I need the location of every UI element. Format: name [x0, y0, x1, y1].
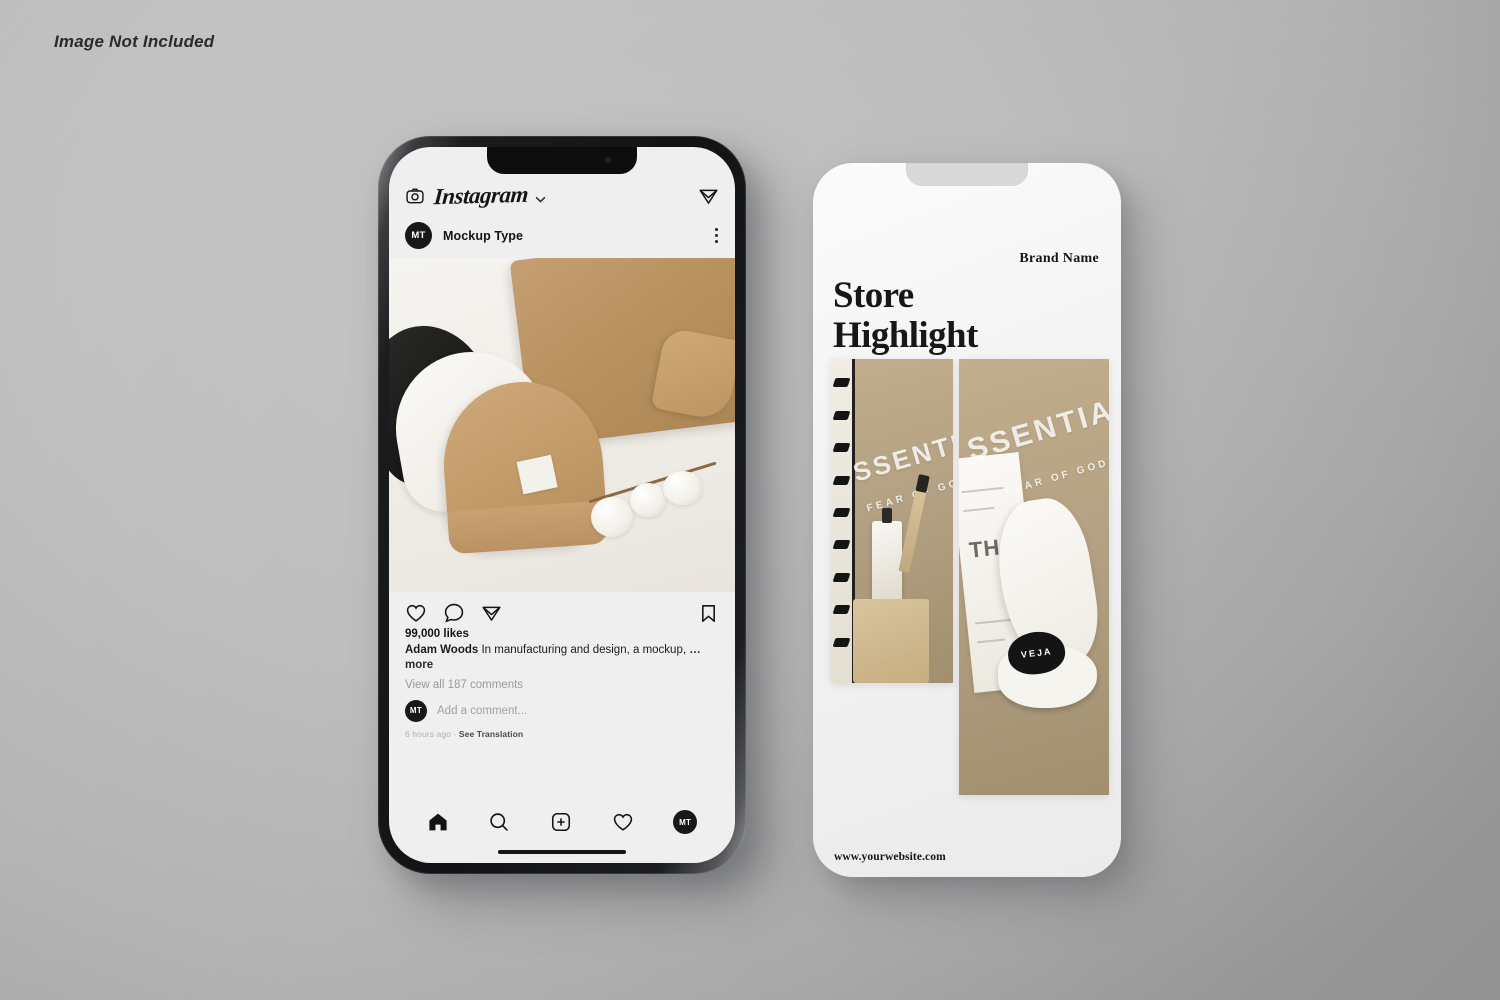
heart-icon[interactable]	[405, 602, 427, 624]
post-timestamp-row: 6 hours ago · See Translation	[405, 729, 719, 739]
sneaker-art: VEJA	[989, 492, 1106, 708]
add-comment-row[interactable]: MT Add a comment...	[405, 699, 719, 722]
title-line-2: Highlight	[833, 314, 978, 356]
cotton-branch-art	[583, 458, 721, 545]
caption-text: In manufacturing and design, a mockup,	[481, 644, 687, 656]
instagram-app: Instagram MT Mockup Type 99,000 likes Ad…	[389, 147, 735, 863]
essentials-art: SSENTIAL FEAR OF GOD	[831, 359, 953, 683]
left-phone-screen: Instagram MT Mockup Type 99,000 likes Ad…	[389, 147, 735, 863]
notch	[906, 163, 1028, 186]
post-meta: 99,000 likes Adam Woods In manufacturing…	[389, 628, 735, 739]
home-icon[interactable]	[427, 811, 449, 833]
brand-name-label: Brand Name	[1019, 251, 1099, 266]
perfume-bottle-art	[872, 507, 902, 606]
essentials-art: SSENTIAL FEAR OF GOD TH VEJA	[959, 359, 1109, 795]
story-photo-right[interactable]: SSENTIAL FEAR OF GOD TH VEJA	[959, 359, 1109, 795]
send-icon[interactable]	[698, 186, 719, 207]
website-label: www.yourwebsite.com	[834, 851, 946, 863]
page-title: Store Highlight	[833, 276, 978, 356]
watermark-label: Image Not Included	[54, 32, 215, 51]
likes-count[interactable]: 99,000 likes	[405, 628, 719, 640]
front-camera-icon	[605, 157, 611, 163]
home-indicator[interactable]	[498, 850, 626, 854]
view-comments-link[interactable]: View all 187 comments	[405, 679, 719, 691]
flatlay-art	[389, 258, 735, 592]
timestamp-separator: ·	[453, 728, 457, 739]
search-icon[interactable]	[488, 811, 510, 833]
avatar: MT	[405, 699, 427, 722]
right-phone-device: Brand Name Store Highlight SSENTIAL FEAR…	[813, 163, 1121, 877]
kebab-menu-icon[interactable]	[712, 224, 721, 247]
instagram-wordmark: Instagram	[432, 181, 530, 210]
post-username[interactable]: Mockup Type	[443, 229, 523, 243]
send-icon[interactable]	[481, 603, 502, 624]
bottom-navigation: MT	[389, 796, 735, 840]
caption-author[interactable]: Adam Woods	[405, 644, 478, 656]
profile-avatar[interactable]: MT	[673, 810, 698, 834]
paper-text: TH	[967, 534, 1002, 563]
title-line-1: Store	[833, 275, 914, 316]
heart-icon[interactable]	[612, 811, 634, 833]
chevron-down-icon[interactable]	[535, 196, 546, 203]
background-gradient	[0, 0, 1500, 1000]
bookmark-icon[interactable]	[698, 603, 719, 624]
kraft-pouch-art	[852, 598, 929, 683]
strap-art	[831, 359, 856, 683]
add-comment-input[interactable]: Add a comment...	[437, 705, 527, 717]
plus-square-icon[interactable]	[550, 811, 572, 833]
beanie-tag-art	[516, 454, 558, 495]
post-image[interactable]	[389, 258, 735, 592]
avatar[interactable]: MT	[405, 222, 432, 249]
post-timestamp: 6 hours ago	[405, 728, 451, 739]
story-photo-left[interactable]: SSENTIAL FEAR OF GOD	[831, 359, 953, 683]
notch	[487, 147, 637, 174]
story-highlight-screen: Brand Name Store Highlight SSENTIAL FEAR…	[813, 163, 1121, 877]
left-phone-device: Instagram MT Mockup Type 99,000 likes Ad…	[378, 136, 746, 874]
see-translation-link[interactable]: See Translation	[459, 729, 523, 739]
post-header[interactable]: MT Mockup Type	[389, 215, 735, 258]
post-actions	[389, 592, 735, 628]
overlay-essentials-text: SSENTIAL	[849, 416, 953, 488]
camera-icon[interactable]	[405, 186, 425, 206]
post-caption: Adam Woods In manufacturing and design, …	[405, 643, 719, 674]
comment-icon[interactable]	[443, 602, 465, 624]
